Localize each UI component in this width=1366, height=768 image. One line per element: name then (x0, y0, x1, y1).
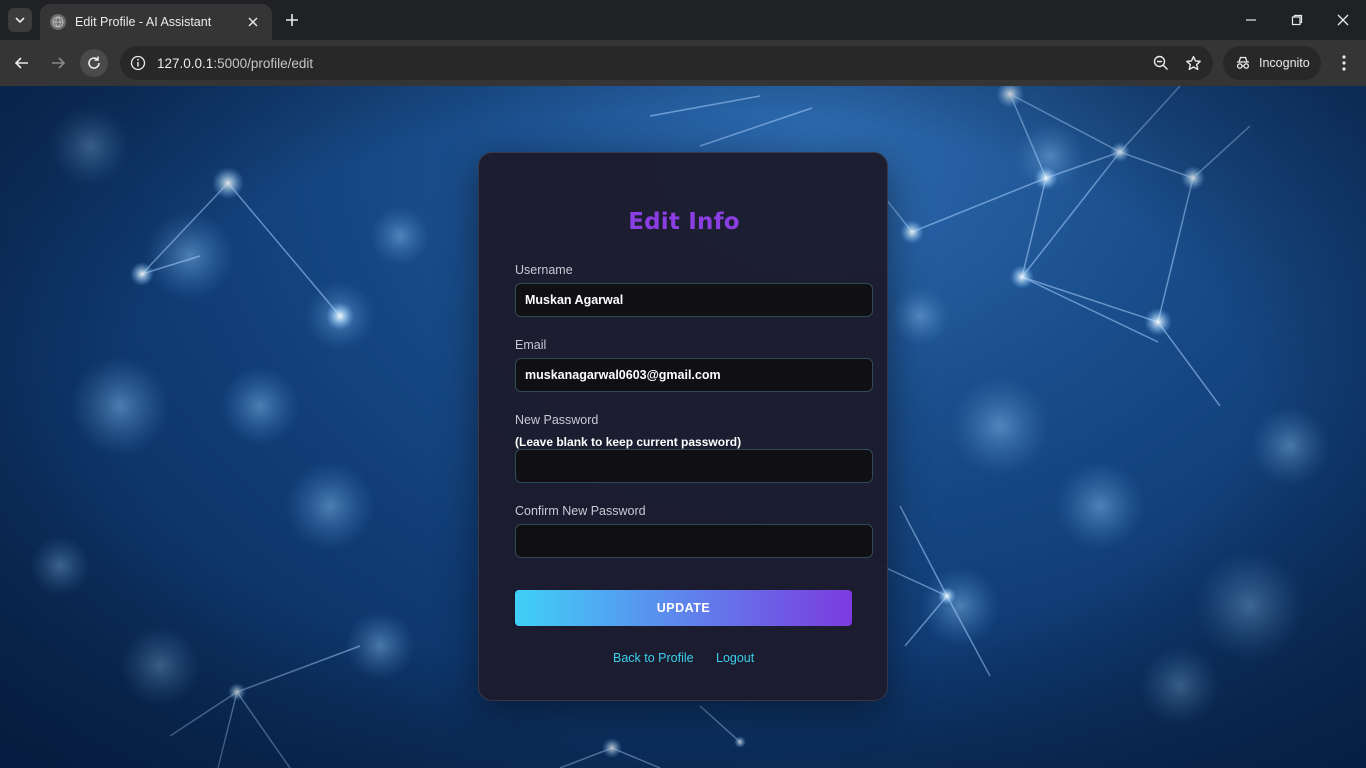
bookmark-star-icon[interactable] (1181, 51, 1205, 75)
chevron-down-icon (15, 17, 25, 24)
plus-icon (286, 14, 298, 26)
kebab-menu-icon (1342, 55, 1346, 71)
close-icon (248, 17, 258, 27)
page-viewport: Edit Info Username Email New Password (L… (0, 86, 1366, 768)
site-info-icon[interactable] (128, 53, 148, 73)
update-button[interactable]: UPDATE (515, 590, 852, 626)
new-password-label: New Password (515, 413, 599, 427)
back-button[interactable] (8, 49, 36, 77)
url-text: 127.0.0.1:5000/profile/edit (157, 56, 1149, 71)
tab-search-button[interactable] (8, 8, 32, 32)
forward-button[interactable] (44, 49, 72, 77)
incognito-label: Incognito (1259, 56, 1310, 70)
confirm-password-label: Confirm New Password (515, 504, 646, 518)
reload-button[interactable] (80, 49, 108, 77)
arrow-right-icon (52, 57, 66, 69)
browser-tab[interactable]: Edit Profile - AI Assistant (40, 4, 272, 40)
new-password-hint: (Leave blank to keep current password) (515, 435, 742, 449)
close-icon (1337, 14, 1349, 26)
close-window-button[interactable] (1331, 8, 1355, 32)
minimize-button[interactable] (1239, 8, 1263, 32)
new-password-input[interactable] (515, 449, 873, 483)
tab-title: Edit Profile - AI Assistant (75, 15, 212, 29)
globe-icon (50, 14, 66, 30)
browser-toolbar: 127.0.0.1:5000/profile/edit Incognito (0, 40, 1366, 86)
restore-icon (1291, 14, 1303, 26)
edit-profile-card: Edit Info Username Email New Password (L… (478, 152, 888, 701)
arrow-left-icon (14, 57, 28, 69)
zoom-icon[interactable] (1149, 51, 1173, 75)
email-label: Email (515, 338, 547, 352)
incognito-indicator[interactable]: Incognito (1223, 46, 1321, 80)
logout-link[interactable]: Logout (716, 651, 754, 665)
address-bar[interactable]: 127.0.0.1:5000/profile/edit (120, 46, 1213, 80)
email-input[interactable] (515, 358, 873, 392)
new-tab-button[interactable] (282, 10, 302, 30)
close-tab-button[interactable] (244, 13, 262, 31)
minimize-icon (1246, 19, 1256, 21)
username-input[interactable] (515, 283, 873, 317)
tab-strip: Edit Profile - AI Assistant (0, 0, 1366, 40)
browser-menu-button[interactable] (1332, 51, 1356, 75)
incognito-icon (1236, 56, 1250, 69)
url-host: 127.0.0.1 (157, 55, 214, 71)
back-to-profile-link[interactable]: Back to Profile (613, 651, 694, 665)
username-label: Username (515, 263, 573, 277)
page-title: Edit Info (628, 209, 740, 235)
reload-icon (88, 56, 100, 69)
url-path: :5000/profile/edit (213, 55, 314, 71)
restore-button[interactable] (1285, 8, 1309, 32)
confirm-password-input[interactable] (515, 524, 873, 558)
